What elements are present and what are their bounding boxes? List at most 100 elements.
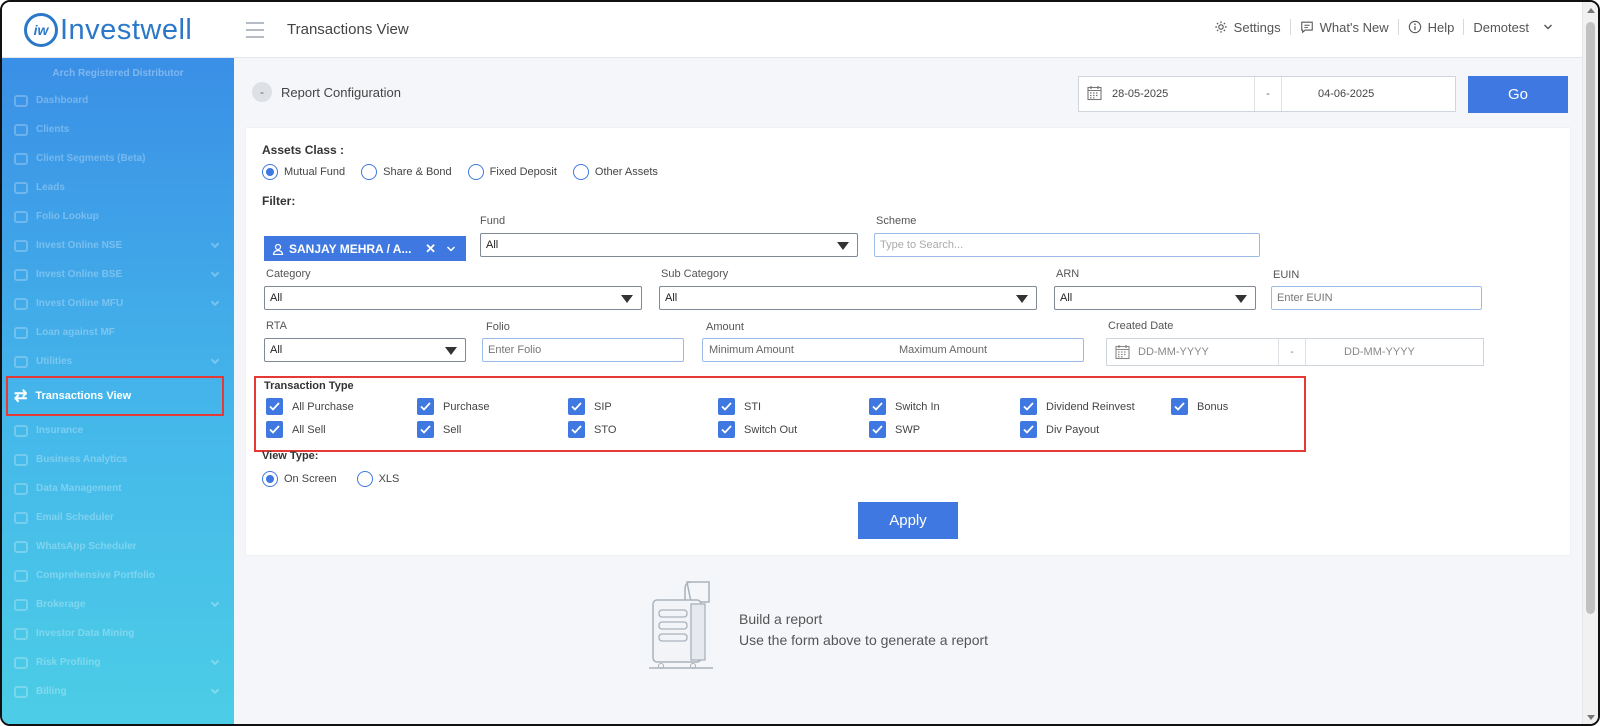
sidebar-item-loan-against-mf[interactable]: Loan against MF xyxy=(2,318,234,347)
sub-category-select[interactable]: All xyxy=(659,286,1037,310)
checkbox-dividend-reinvest[interactable]: Dividend Reinvest xyxy=(1020,398,1135,415)
checkbox-checked-icon[interactable] xyxy=(1171,398,1188,415)
checkbox-div-payout[interactable]: Div Payout xyxy=(1020,421,1099,438)
sidebar-item-leads[interactable]: Leads xyxy=(2,173,234,202)
sidebar-item-utilities[interactable]: Utilities xyxy=(2,347,234,376)
checkbox-checked-icon[interactable] xyxy=(568,421,585,438)
checkbox-switch-in[interactable]: Switch In xyxy=(869,398,940,415)
scroll-up-arrow-icon[interactable] xyxy=(1587,8,1595,13)
checkbox-checked-icon[interactable] xyxy=(1020,421,1037,438)
date-from[interactable]: 28-05-2025 xyxy=(1112,88,1254,100)
created-date-to[interactable]: DD-MM-YYYY xyxy=(1306,346,1415,358)
sidebar-item-insurance[interactable]: Insurance xyxy=(2,416,234,445)
sidebar-item-investor-data-mining[interactable]: Investor Data Mining xyxy=(2,619,234,648)
sidebar-item-business-analytics[interactable]: Business Analytics xyxy=(2,445,234,474)
checkbox-checked-icon[interactable] xyxy=(417,421,434,438)
sidebar-item-invest-online-mfu[interactable]: Invest Online MFU xyxy=(2,289,234,318)
scheme-search-input[interactable]: Type to Search... xyxy=(874,233,1260,257)
checkbox-all-purchase[interactable]: All Purchase xyxy=(266,398,354,415)
amount-max-input[interactable]: Maximum Amount xyxy=(893,344,1083,356)
scroll-down-arrow-icon[interactable] xyxy=(1587,715,1595,720)
radio-button[interactable] xyxy=(262,471,278,487)
checkbox-sell[interactable]: Sell xyxy=(417,421,461,438)
sidebar-item-client-segments-beta[interactable]: Client Segments (Beta) xyxy=(2,144,234,173)
sidebar-item-clients[interactable]: Clients xyxy=(2,115,234,144)
radio-button[interactable] xyxy=(356,471,373,487)
radio-button[interactable] xyxy=(572,164,589,180)
amount-min-input[interactable]: Minimum Amount xyxy=(703,344,893,356)
menu-item-icon xyxy=(14,685,28,698)
assets-class-option-fixed-deposit[interactable]: Fixed Deposit xyxy=(467,164,557,180)
sidebar-item-transactions-view[interactable]: ⇄ Transactions View xyxy=(6,376,224,416)
date-to[interactable]: 04-06-2025 xyxy=(1282,88,1374,100)
chevron-down-icon xyxy=(210,685,220,695)
date-range-picker[interactable]: 28-05-2025 - 04-06-2025 xyxy=(1078,76,1456,112)
created-date-from[interactable]: DD-MM-YYYY xyxy=(1138,346,1278,358)
radio-button[interactable] xyxy=(467,164,484,180)
checkbox-all-sell[interactable]: All Sell xyxy=(266,421,326,438)
sidebar-item-invest-online-bse[interactable]: Invest Online BSE xyxy=(2,260,234,289)
sidebar-item-email-scheduler[interactable]: Email Scheduler xyxy=(2,503,234,532)
sidebar-item-comprehensive-portfolio[interactable]: Comprehensive Portfolio xyxy=(2,561,234,590)
assets-class-option-other-assets[interactable]: Other Assets xyxy=(572,164,658,180)
logo[interactable]: iw Investwell xyxy=(24,13,192,47)
view-type-option-xls[interactable]: XLS xyxy=(356,471,399,487)
view-type-option-on-screen[interactable]: On Screen xyxy=(262,471,337,487)
arn-select[interactable]: All xyxy=(1054,286,1256,310)
arn-value: All xyxy=(1060,292,1073,304)
help-link[interactable]: Help xyxy=(1399,20,1464,35)
checkbox-checked-icon[interactable] xyxy=(869,421,886,438)
chevron-down-icon xyxy=(210,656,220,666)
radio-button[interactable] xyxy=(262,164,278,180)
client-selector[interactable]: SANJAY MEHRA / A... ✕ xyxy=(264,236,466,261)
apply-button[interactable]: Apply xyxy=(858,502,958,539)
chevron-down-icon[interactable] xyxy=(446,244,456,254)
checkbox-checked-icon[interactable] xyxy=(568,398,585,415)
sidebar-item-brokerage[interactable]: Brokerage xyxy=(2,590,234,619)
checkbox-checked-icon[interactable] xyxy=(266,398,283,415)
radio-button[interactable] xyxy=(361,164,378,180)
checkbox-checked-icon[interactable] xyxy=(718,421,735,438)
checkbox-checked-icon[interactable] xyxy=(417,398,434,415)
checkbox-switch-out[interactable]: Switch Out xyxy=(718,421,797,438)
checkbox-checked-icon[interactable] xyxy=(869,398,886,415)
euin-input[interactable]: Enter EUIN xyxy=(1271,286,1482,310)
amount-range-input[interactable]: Minimum Amount Maximum Amount xyxy=(702,338,1084,362)
checkbox-bonus[interactable]: Bonus xyxy=(1171,398,1228,415)
created-date-range[interactable]: DD-MM-YYYY - DD-MM-YYYY xyxy=(1106,338,1484,366)
hamburger-menu-icon[interactable] xyxy=(246,22,264,38)
checkbox-sip[interactable]: SIP xyxy=(568,398,612,415)
fund-select[interactable]: All xyxy=(480,233,858,257)
whats-new-link[interactable]: What's New xyxy=(1291,20,1398,35)
checkbox-sti[interactable]: STI xyxy=(718,398,761,415)
sidebar-item-billing[interactable]: Billing xyxy=(2,677,234,706)
checkbox-sto[interactable]: STO xyxy=(568,421,616,438)
assets-class-option-mutual-fund[interactable]: Mutual Fund xyxy=(262,164,345,180)
vertical-scrollbar[interactable] xyxy=(1582,2,1598,724)
sidebar-item-label: Invest Online NSE xyxy=(36,240,123,251)
checkbox-checked-icon[interactable] xyxy=(1020,398,1037,415)
checkbox-checked-icon[interactable] xyxy=(266,421,283,438)
sidebar-item-data-management[interactable]: Data Management xyxy=(2,474,234,503)
settings-link[interactable]: Settings xyxy=(1205,20,1290,35)
collapse-button[interactable]: - xyxy=(252,82,272,102)
menu-item-icon xyxy=(14,453,28,466)
assets-class-option-share-bond[interactable]: Share & Bond xyxy=(361,164,452,180)
category-select[interactable]: All xyxy=(264,286,642,310)
checkbox-swp[interactable]: SWP xyxy=(869,421,920,438)
clear-icon[interactable]: ✕ xyxy=(425,241,436,257)
go-button[interactable]: Go xyxy=(1468,76,1568,113)
sidebar-item-whatsapp-scheduler[interactable]: WhatsApp Scheduler xyxy=(2,532,234,561)
sidebar-item-dashboard[interactable]: Dashboard xyxy=(2,86,234,115)
scrollbar-thumb[interactable] xyxy=(1586,22,1595,614)
scheme-placeholder: Type to Search... xyxy=(880,239,964,251)
sidebar-item-risk-profiling[interactable]: Risk Profiling xyxy=(2,648,234,677)
sidebar-item-invest-online-nse[interactable]: Invest Online NSE xyxy=(2,231,234,260)
sidebar-item-folio-lookup[interactable]: Folio Lookup xyxy=(2,202,234,231)
user-menu[interactable]: Demotest xyxy=(1464,20,1562,35)
checkbox-checked-icon[interactable] xyxy=(718,398,735,415)
folio-input[interactable]: Enter Folio xyxy=(482,338,684,362)
checkbox-purchase[interactable]: Purchase xyxy=(417,398,489,415)
category-value: All xyxy=(270,292,283,304)
rta-select[interactable]: All xyxy=(264,338,466,362)
